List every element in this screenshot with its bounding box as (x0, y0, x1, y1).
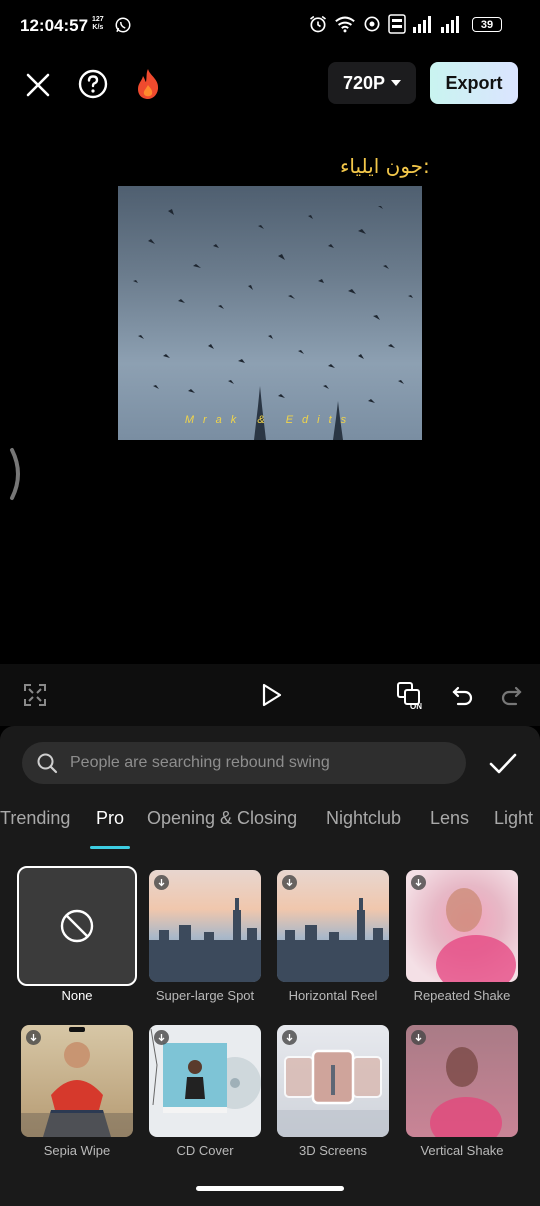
resolution-label: 720P (342, 72, 386, 93)
effect-card-cd-cover[interactable]: CD Cover (149, 1025, 261, 1158)
tab-opening-closing[interactable]: Opening & Closing (147, 808, 297, 829)
status-time: 12:04:57 (20, 16, 89, 35)
effect-card-horizontal-reel[interactable]: Horizontal Reel (277, 870, 389, 1003)
help-icon[interactable] (77, 68, 109, 100)
effect-thumb (17, 866, 137, 986)
effect-label: Super-large Spot (155, 988, 255, 1003)
check-icon[interactable] (488, 750, 518, 778)
battery-indicator: 39 (472, 17, 502, 32)
download-icon (282, 1030, 297, 1045)
effect-label: Vertical Shake (420, 1143, 504, 1158)
effect-thumb (149, 870, 261, 982)
download-icon (282, 875, 297, 890)
redo-icon[interactable] (498, 682, 524, 708)
effect-thumb (406, 870, 518, 982)
effect-thumb (406, 1025, 518, 1137)
search-bar[interactable] (22, 742, 466, 784)
side-panel-handle[interactable] (8, 446, 26, 502)
video-canvas[interactable]: جون ایلیاء: Mrak & Edits (0, 124, 540, 664)
overlay-text: جون ایلیاء: (340, 154, 430, 178)
download-icon (154, 875, 169, 890)
fullscreen-icon[interactable] (22, 682, 48, 708)
birds-sky-image (133, 206, 413, 440)
download-icon (154, 1030, 169, 1045)
effect-card-vertical-shake[interactable]: Vertical Shake (406, 1025, 518, 1158)
effect-thumb (21, 1025, 133, 1137)
export-button[interactable]: Export (430, 62, 518, 104)
effect-card-super-large-spot[interactable]: Super-large Spot (149, 870, 261, 1003)
effect-label: Horizontal Reel (288, 988, 378, 1003)
effect-card-repeated-shake[interactable]: Repeated Shake (406, 870, 518, 1003)
tab-nightclub[interactable]: Nightclub (326, 808, 401, 829)
category-tabs: Trending Pro Opening & Closing Nightclub… (0, 806, 540, 852)
download-icon (26, 1030, 41, 1045)
effect-label: None (61, 988, 93, 1003)
volte-icon (388, 14, 406, 34)
tab-pro[interactable]: Pro (96, 808, 124, 829)
download-icon (411, 1030, 426, 1045)
alarm-icon (310, 15, 326, 33)
effect-thumb (149, 1025, 261, 1137)
signal-4g-icon (441, 16, 459, 33)
search-icon (37, 753, 58, 774)
close-icon[interactable] (24, 71, 52, 99)
svg-text:ON: ON (410, 702, 422, 710)
effects-panel: Trending Pro Opening & Closing Nightclub… (0, 726, 540, 1206)
editor-toolbar: 720P Export (0, 52, 540, 124)
wifi-icon (335, 16, 355, 33)
active-tab-indicator (90, 846, 130, 849)
effect-card-none[interactable]: None (17, 866, 137, 1003)
play-icon[interactable] (258, 682, 284, 708)
effect-label: Sepia Wipe (43, 1143, 111, 1158)
effect-label: 3D Screens (299, 1143, 367, 1158)
resolution-dropdown[interactable]: 720P (328, 62, 416, 104)
effect-thumb (277, 1025, 389, 1137)
network-speed-unit: K/s (92, 24, 104, 31)
tab-lens[interactable]: Lens (430, 808, 469, 829)
download-icon (411, 875, 426, 890)
home-indicator[interactable] (196, 1186, 344, 1191)
effect-label: CD Cover (176, 1143, 234, 1158)
chevron-down-icon (391, 80, 402, 86)
tab-trending[interactable]: Trending (0, 808, 70, 829)
effect-thumb (277, 870, 389, 982)
search-input[interactable] (70, 754, 450, 772)
status-bar: 12:04:57 127 K/s 39 (0, 0, 540, 52)
fire-icon[interactable] (133, 67, 163, 101)
hotspot-icon (364, 16, 380, 32)
tab-light[interactable]: Light (494, 808, 533, 829)
effect-card-3d-screens[interactable]: 3D Screens (277, 1025, 389, 1158)
signal-icon (413, 16, 431, 33)
effect-label: Repeated Shake (413, 988, 511, 1003)
watermark-text: Mrak & Edits (184, 414, 356, 426)
playback-bar: ON (0, 664, 540, 726)
keyframe-on-icon[interactable]: ON (396, 680, 426, 710)
network-speed-value: 127 (92, 16, 104, 23)
network-speed: 127 K/s (92, 16, 104, 32)
effect-card-sepia-wipe[interactable]: Sepia Wipe (21, 1025, 133, 1158)
video-preview-frame[interactable]: Mrak & Edits (118, 186, 422, 440)
undo-icon[interactable] (450, 682, 476, 708)
none-icon (60, 909, 94, 943)
whatsapp-icon (115, 17, 131, 33)
